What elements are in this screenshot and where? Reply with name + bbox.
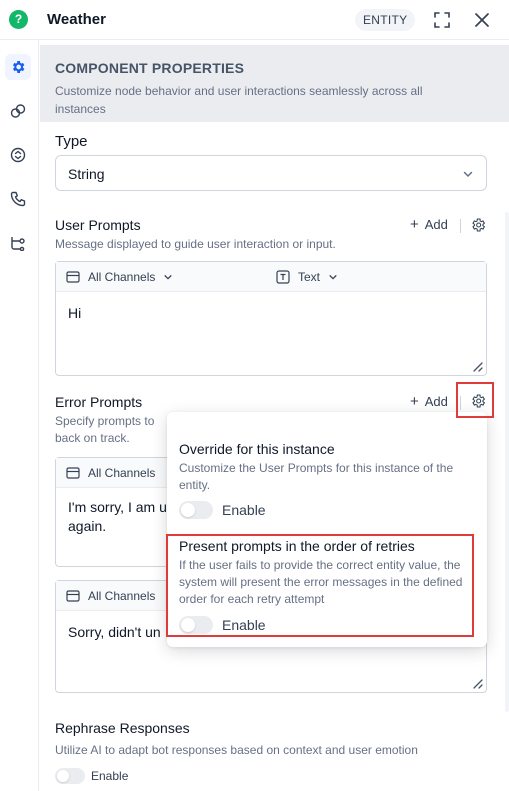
type-select-value: String xyxy=(68,166,105,182)
description-line: Specify prompts to xyxy=(55,414,155,428)
card-icon xyxy=(66,271,80,283)
text-icon xyxy=(276,270,290,284)
sidebar-item-connections[interactable] xyxy=(5,98,31,124)
rephrase-toggle-label: Enable xyxy=(91,769,129,783)
scrollbar[interactable] xyxy=(505,212,509,712)
toggle-knob xyxy=(181,618,195,632)
error-prompts-settings-popover: Override for this instance Customize the… xyxy=(167,412,487,647)
sidebar-item-sync[interactable] xyxy=(5,142,31,168)
flow-icon xyxy=(11,237,25,251)
user-prompts-settings-button[interactable] xyxy=(467,214,489,236)
add-label: Add xyxy=(424,394,448,409)
close-icon[interactable] xyxy=(472,10,492,30)
entity-badge: ENTITY xyxy=(355,9,416,31)
format-dropdown[interactable]: Text xyxy=(276,270,338,284)
divider xyxy=(460,396,461,410)
user-prompts-label: User Prompts xyxy=(55,217,141,233)
user-prompt-text: Hi xyxy=(68,305,82,321)
phone-icon xyxy=(10,191,26,207)
user-prompts-description: Message displayed to guide user interact… xyxy=(55,237,336,251)
plus-icon: + xyxy=(410,393,419,410)
error-prompt-text: I'm sorry, I am u again. xyxy=(68,498,167,536)
rephrase-description: Utilize AI to adapt bot responses based … xyxy=(55,743,418,757)
order-retries-toggle-label: Enable xyxy=(222,617,266,633)
rephrase-label: Rephrase Responses xyxy=(55,720,190,736)
order-retries-description: If the user fails to provide the correct… xyxy=(179,558,463,606)
override-toggle-label: Enable xyxy=(222,502,266,518)
user-prompts-add-button[interactable]: + Add xyxy=(410,216,448,233)
plus-icon: + xyxy=(410,216,419,233)
sidebar-item-settings[interactable] xyxy=(5,54,31,80)
divider xyxy=(460,219,461,233)
channel-dropdown[interactable]: All Channels xyxy=(66,466,155,480)
channel-label: All Channels xyxy=(88,589,156,603)
error-prompts-settings-button[interactable] xyxy=(467,390,489,412)
order-retries-title: Present prompts in the order of retries xyxy=(179,538,415,554)
text-line: I'm sorry, I am u xyxy=(68,499,167,515)
panel-header: ? Weather ENTITY xyxy=(0,0,509,40)
error-prompts-label: Error Prompts xyxy=(55,394,143,410)
resize-handle-icon[interactable] xyxy=(471,677,483,689)
channel-label: All Channels xyxy=(88,466,156,480)
chevron-down-icon xyxy=(164,275,172,280)
card-icon xyxy=(66,467,80,479)
format-label: Text xyxy=(298,270,321,284)
prompt-toolbar: All Channels Text xyxy=(56,262,486,292)
sidebar-item-voice[interactable] xyxy=(5,186,31,212)
channel-dropdown[interactable]: All Channels xyxy=(66,589,155,603)
chevron-down-icon xyxy=(329,275,337,280)
section-title: COMPONENT PROPERTIES xyxy=(55,60,245,76)
override-title: Override for this instance xyxy=(179,441,335,457)
page-title: Weather xyxy=(47,11,106,28)
add-label: Add xyxy=(424,217,448,232)
channel-dropdown[interactable]: All Channels xyxy=(66,270,173,284)
user-prompt-editor[interactable]: All Channels Text Hi xyxy=(55,261,487,376)
chevron-down-icon xyxy=(462,167,474,185)
description-line: back on track. xyxy=(55,431,130,445)
text-line: again. xyxy=(68,518,107,534)
error-prompts-add-button[interactable]: + Add xyxy=(410,393,448,410)
override-description: Customize the User Prompts for this inst… xyxy=(179,461,454,492)
link-icon xyxy=(10,104,26,118)
toggle-knob xyxy=(181,503,195,517)
gear-icon xyxy=(472,394,486,408)
order-retries-toggle[interactable] xyxy=(179,616,213,634)
channel-label: All Channels xyxy=(88,270,156,284)
gear-icon xyxy=(472,218,486,232)
gear-icon xyxy=(13,61,25,73)
card-icon xyxy=(66,590,80,602)
error-prompt-text: Sorry, didn't un xyxy=(68,624,161,640)
component-properties-banner: COMPONENT PROPERTIES Customize node beha… xyxy=(40,45,509,122)
sync-icon xyxy=(10,147,26,163)
error-prompts-description: Specify prompts to back on track. xyxy=(55,413,154,447)
resize-handle-icon[interactable] xyxy=(471,360,483,372)
type-label: Type xyxy=(55,133,88,150)
toggle-knob xyxy=(57,770,69,782)
section-description: Customize node behavior and user interac… xyxy=(55,84,423,116)
expand-icon[interactable] xyxy=(432,10,452,30)
sidebar xyxy=(0,40,39,791)
override-toggle[interactable] xyxy=(179,501,213,519)
sidebar-item-flow[interactable] xyxy=(5,230,31,256)
type-select[interactable]: String xyxy=(55,155,487,191)
rephrase-toggle[interactable] xyxy=(55,768,85,784)
app-logo: ? xyxy=(9,10,28,29)
